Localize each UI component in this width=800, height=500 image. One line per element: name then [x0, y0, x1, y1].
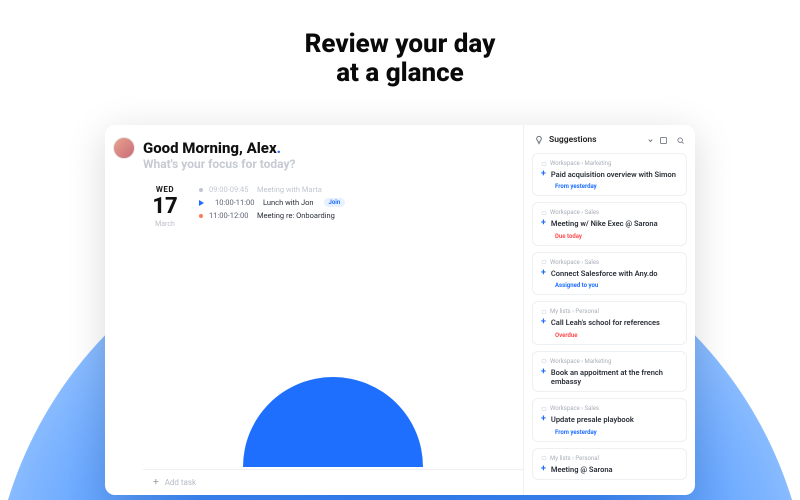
- folder-icon: [541, 259, 547, 265]
- suggestion-card[interactable]: Workspace › Sales + Meeting w/ Nike Exec @…: [532, 202, 687, 245]
- suggestion-card[interactable]: Workspace › Marketing + Paid acquisition o…: [532, 153, 687, 196]
- bullet-icon: [199, 214, 203, 218]
- agenda-row[interactable]: 09:00-09:45 Meeting with Marta: [199, 185, 509, 194]
- card-meta: Assigned to you: [555, 282, 678, 289]
- greeting-title: Good Morning, Alex.: [143, 139, 509, 157]
- avatar[interactable]: [113, 137, 135, 159]
- add-suggestion-icon[interactable]: +: [541, 465, 546, 474]
- plus-icon: +: [153, 477, 159, 488]
- chevron-down-icon[interactable]: [647, 137, 654, 144]
- card-meta: From yesterday: [555, 183, 678, 190]
- add-task-placeholder: Add task: [165, 478, 196, 487]
- add-suggestion-icon[interactable]: +: [541, 318, 546, 327]
- day-of-week: WED: [143, 185, 187, 194]
- add-suggestion-icon[interactable]: +: [541, 170, 546, 179]
- card-title: Paid acquisition overview with Simon: [551, 170, 676, 179]
- app-window: Good Morning, Alex. What's your focus fo…: [105, 125, 695, 495]
- folder-icon: [541, 406, 547, 412]
- folder-icon: [541, 358, 547, 364]
- folder-icon: [541, 455, 547, 461]
- month-label: March: [143, 220, 187, 228]
- day-number: 17: [143, 196, 187, 218]
- day-block: WED 17 March 09:00-09:45 Meeting with Mar…: [143, 185, 509, 228]
- search-icon[interactable]: [676, 136, 685, 145]
- greeting-subtitle: What's your focus for today?: [143, 157, 509, 171]
- suggestions-panel: Suggestions Workspace › Marketing + Paid a…: [523, 125, 695, 495]
- card-breadcrumb: Workspace › Sales: [541, 405, 678, 412]
- greeting-text: Good Morning, Alex: [143, 139, 277, 157]
- card-title: Meeting @ Sarona: [551, 465, 613, 474]
- left-rail: [105, 125, 143, 495]
- agenda-time: 10:00-11:00: [215, 198, 257, 207]
- suggestion-card[interactable]: Workspace › Sales + Update presale playboo…: [532, 398, 687, 441]
- marketing-line2: at a glance: [0, 59, 800, 88]
- suggestion-card[interactable]: My lists › Personal + Meeting @ Sarona: [532, 448, 687, 480]
- greeting-dot: .: [277, 139, 281, 157]
- card-breadcrumb: My lists › Personal: [541, 308, 678, 315]
- agenda-title: Lunch with Jon: [263, 198, 314, 207]
- agenda-title: Meeting re: Onboarding: [257, 211, 335, 220]
- agenda-row[interactable]: 11:00-12:00 Meeting re: Onboarding: [199, 211, 509, 220]
- current-indicator-icon: [199, 200, 209, 206]
- marketing-line1: Review your day: [0, 30, 800, 59]
- card-title: Update presale playbook: [551, 415, 634, 424]
- agenda-time: 11:00-12:00: [209, 211, 251, 220]
- marketing-heading: Review your day at a glance: [0, 0, 800, 87]
- card-meta: Due today: [555, 233, 678, 240]
- agenda-list: 09:00-09:45Meeting with Marta10:00-11:00…: [199, 185, 509, 228]
- card-breadcrumb: Workspace › Sales: [541, 259, 678, 266]
- agenda-time: 09:00-09:45: [209, 185, 251, 194]
- main-panel: Good Morning, Alex. What's your focus fo…: [143, 125, 523, 495]
- add-suggestion-icon[interactable]: +: [541, 269, 546, 278]
- lightbulb-icon: [534, 135, 544, 145]
- suggestion-card[interactable]: Workspace › Marketing + Book an appoitment…: [532, 351, 687, 393]
- card-title: Call Leah's school for references: [551, 318, 660, 327]
- agenda-row[interactable]: 10:00-11:00 Lunch with Jon Join: [199, 198, 509, 207]
- card-breadcrumb: Workspace › Sales: [541, 209, 678, 216]
- bullet-icon: [199, 188, 203, 192]
- card-breadcrumb: My lists › Personal: [541, 455, 678, 462]
- agenda-title: Meeting with Marta: [257, 185, 322, 194]
- card-breadcrumb: Workspace › Marketing: [541, 358, 678, 365]
- card-title: Meeting w/ Nike Exec @ Sarona: [551, 219, 658, 228]
- suggestions-label[interactable]: Suggestions: [549, 135, 642, 145]
- add-task-input[interactable]: + Add task: [143, 469, 523, 495]
- layout-icon[interactable]: [659, 136, 668, 145]
- add-suggestion-icon[interactable]: +: [541, 368, 546, 377]
- card-breadcrumb: Workspace › Marketing: [541, 160, 678, 167]
- suggestion-card[interactable]: My lists › Personal + Call Leah's school f…: [532, 301, 687, 344]
- folder-icon: [541, 210, 547, 216]
- card-title: Connect Salesforce with Any.do: [551, 269, 658, 278]
- hero-semicircle: [243, 377, 423, 467]
- suggestions-header-actions: [659, 136, 685, 145]
- add-suggestion-icon[interactable]: +: [541, 415, 546, 424]
- card-meta: From yesterday: [555, 429, 678, 436]
- suggestions-header: Suggestions: [524, 125, 695, 153]
- suggestions-list: Workspace › Marketing + Paid acquisition o…: [524, 153, 695, 495]
- folder-icon: [541, 161, 547, 167]
- join-pill[interactable]: Join: [324, 198, 346, 207]
- folder-icon: [541, 309, 547, 315]
- card-meta: Overdue: [555, 332, 678, 339]
- add-suggestion-icon[interactable]: +: [541, 219, 546, 228]
- date-column: WED 17 March: [143, 185, 187, 228]
- suggestion-card[interactable]: Workspace › Sales + Connect Salesforce wit…: [532, 252, 687, 295]
- card-title: Book an appoitment at the french embassy: [551, 368, 678, 387]
